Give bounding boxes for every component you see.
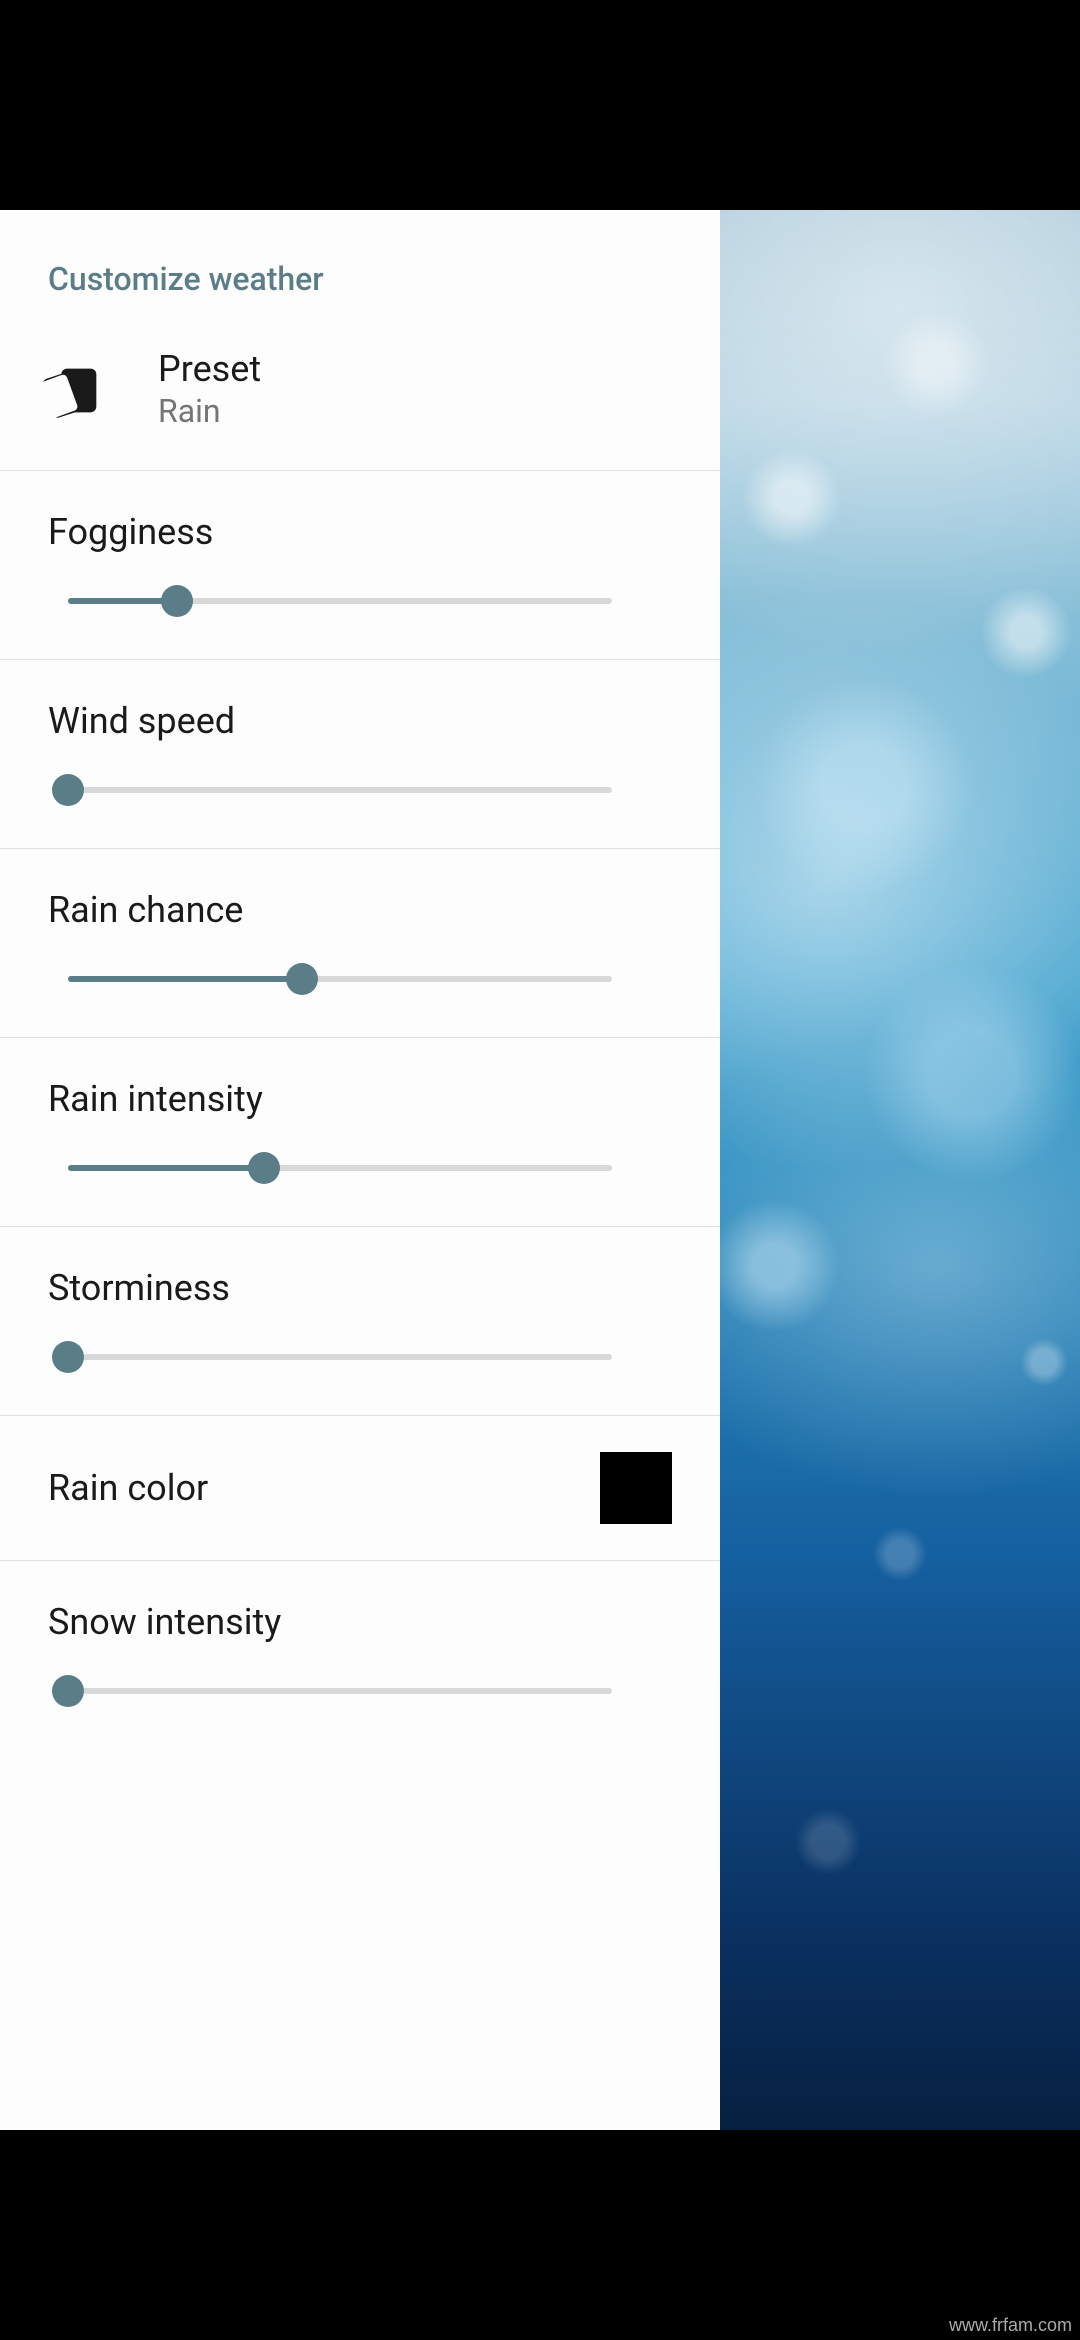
color-row-rain-color[interactable]: Rain color xyxy=(0,1416,720,1560)
slider[interactable] xyxy=(68,583,612,619)
slider-label: Storminess xyxy=(48,1267,672,1309)
slider-track xyxy=(68,1354,612,1360)
slider-label: Rain chance xyxy=(48,889,672,931)
slider-label: Rain intensity xyxy=(48,1078,672,1120)
theme-cards-icon xyxy=(38,354,108,424)
slider-thumb[interactable] xyxy=(52,1675,84,1707)
slider-thumb[interactable] xyxy=(286,963,318,995)
slider-row-storminess: Storminess xyxy=(0,1227,720,1415)
wallpaper-preview xyxy=(720,210,1080,2130)
slider-fill xyxy=(68,1165,264,1171)
slider[interactable] xyxy=(68,1673,612,1709)
slider-label: Fogginess xyxy=(48,511,672,553)
preset-row[interactable]: Preset Rain xyxy=(0,328,720,470)
color-label: Rain color xyxy=(48,1467,208,1509)
slider[interactable] xyxy=(68,1339,612,1375)
slider-row-rain-chance: Rain chance xyxy=(0,849,720,1037)
slider-label: Snow intensity xyxy=(48,1601,672,1643)
section-header: Customize weather xyxy=(0,210,720,328)
slider-thumb[interactable] xyxy=(52,1341,84,1373)
slider-row-rain-intensity: Rain intensity xyxy=(0,1038,720,1226)
slider-thumb[interactable] xyxy=(248,1152,280,1184)
watermark: www.frfam.com xyxy=(949,2315,1072,2336)
settings-panel: Customize weather Preset Rain Fogginess W… xyxy=(0,210,720,2130)
preset-title: Preset xyxy=(158,348,261,390)
slider-thumb[interactable] xyxy=(161,585,193,617)
slider-fill xyxy=(68,976,302,982)
slider-thumb[interactable] xyxy=(52,774,84,806)
slider-label: Wind speed xyxy=(48,700,672,742)
preset-text: Preset Rain xyxy=(158,348,261,430)
slider-row-fogginess: Fogginess xyxy=(0,471,720,659)
slider-track xyxy=(68,787,612,793)
app-content: Customize weather Preset Rain Fogginess W… xyxy=(0,210,1080,2130)
slider[interactable] xyxy=(68,961,612,997)
slider-track xyxy=(68,1688,612,1694)
slider[interactable] xyxy=(68,772,612,808)
preset-value: Rain xyxy=(158,392,261,430)
slider-row-snow-intensity: Snow intensity xyxy=(0,1561,720,1749)
slider-row-wind-speed: Wind speed xyxy=(0,660,720,848)
slider[interactable] xyxy=(68,1150,612,1186)
color-swatch[interactable] xyxy=(600,1452,672,1524)
